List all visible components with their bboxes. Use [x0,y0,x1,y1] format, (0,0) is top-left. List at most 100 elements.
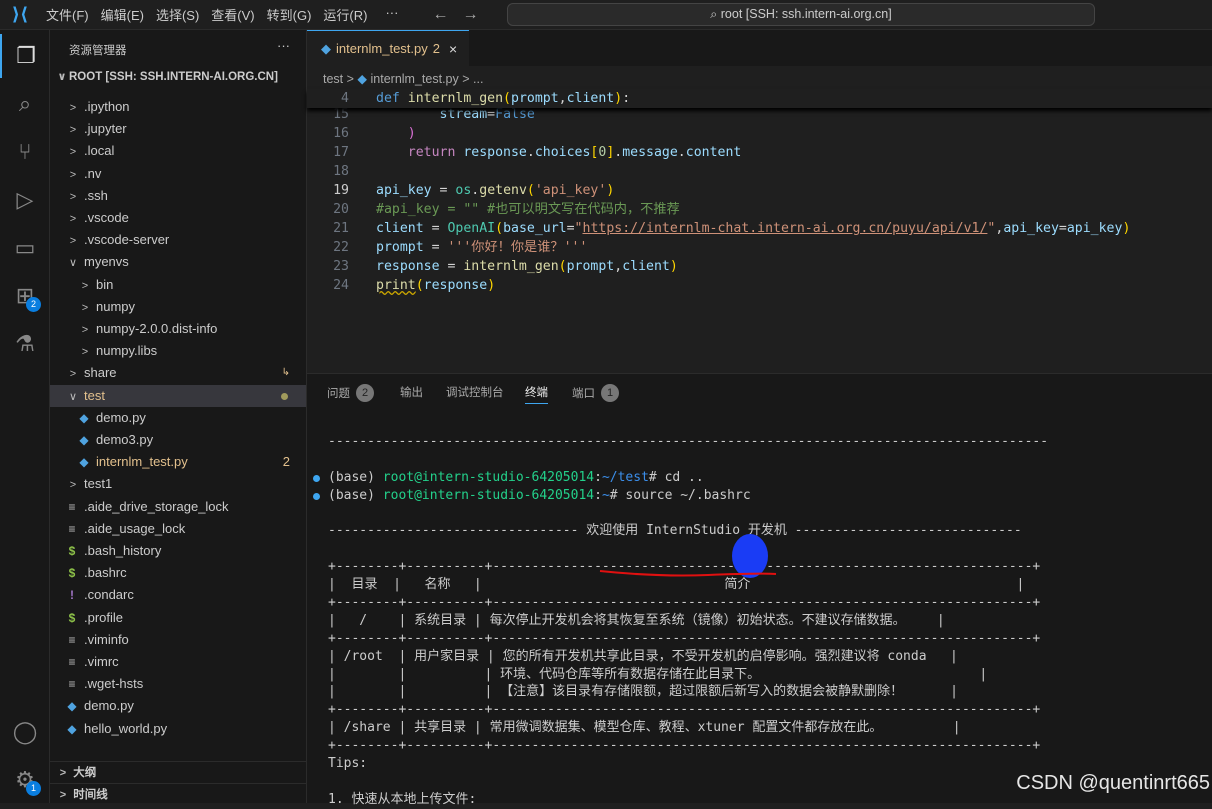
explorer-icon[interactable]: ❐ [0,34,50,78]
tree-item[interactable]: ≡ .wget-hsts [50,673,306,695]
code-token: '''你好！你是谁？''' [447,240,588,255]
tree-item[interactable]: > numpy.libs [50,340,306,362]
panel-tab[interactable]: 输出 [400,384,423,400]
code-token: client [376,221,424,236]
tree-item[interactable]: ≡ .aide_usage_lock [50,518,306,540]
account-icon[interactable]: ◯ [0,710,50,754]
terminal-text: root@intern-studio-64205014 [382,469,595,485]
tree-item[interactable]: > .ipython [50,96,306,118]
extensions-icon[interactable]: ⊞ 2 [0,274,50,318]
chevron-right-icon: > [69,124,77,137]
back-arrow-icon[interactable]: ← [432,6,448,24]
run-debug-icon[interactable]: ▷ [0,178,50,222]
panel-tab-label: 问题 [327,388,350,400]
tree-item[interactable]: ≡ .aide_drive_storage_lock [50,496,306,518]
code-token: return [407,145,464,160]
tree-item[interactable]: > .vscode [50,207,306,229]
terminal-line: -------------------------------- 欢迎使用 In… [328,522,1048,540]
tree-item[interactable]: > .ssh [50,185,306,207]
tree-item[interactable]: ∨ test [50,384,306,407]
panel-tab[interactable]: 问题 2 [327,384,374,402]
code-token: os [455,183,472,198]
tree-item[interactable]: $ .bashrc [50,562,306,584]
testing-icon[interactable]: ⚗ [0,322,50,366]
code-line[interactable]: 21 client = OpenAI(base_url="https://inte… [307,219,1212,238]
timeline-section[interactable]: > 时间线 [50,783,306,805]
outline-section[interactable]: > 大纲 [50,761,306,783]
panel-tab[interactable]: 调试控制台 [446,384,504,400]
tree-item[interactable]: ◆ demo.py [50,695,306,717]
code-token: = [439,259,464,274]
symlink-icon: ↳ [281,367,290,379]
tree-item[interactable]: > .nv [50,163,306,185]
command-center-search[interactable]: ⌕ root [SSH: ssh.intern-ai.org.cn] [507,3,1095,26]
sticky-scroll-line[interactable]: 4 def internlm_gen(prompt,client): [307,89,1212,108]
tree-item[interactable]: > bin [50,274,306,296]
breadcrumb-symbol[interactable]: ... [473,72,483,86]
menu-item[interactable]: 编辑(E) [95,5,150,24]
more-actions-button[interactable]: ··· [277,38,290,53]
modified-dot-icon [281,392,288,400]
menu-bar: 文件(F) 编辑(E) 选择(S) 查看(V) 转到(G) 运行(R) ··· [40,5,404,24]
tree-item[interactable]: $ .bash_history [50,540,306,562]
terminal-line: | /root | 用户家目录 | 您的所有开发机共享此目录，不受开发机的启停影… [328,648,1048,666]
forward-arrow-icon[interactable]: → [462,6,478,24]
code-line[interactable]: 17 return response.choices[0].message.co… [307,143,1212,162]
menu-item[interactable]: 文件(F) [40,5,95,24]
menu-item[interactable]: 运行(R) [317,5,373,24]
menu-item[interactable]: 选择(S) [150,5,205,24]
code-token: prompt [566,259,615,274]
menu-item[interactable]: 查看(V) [205,5,260,24]
panel-tab[interactable]: 端口 1 [572,384,619,402]
tree-item[interactable]: > numpy [50,296,306,318]
tree-item-label: myenvs [84,254,129,270]
code-line[interactable]: 18 [307,162,1212,181]
chevron-down-icon: ∨ [68,390,78,403]
breadcrumb-folder[interactable]: test [323,72,343,86]
code-line[interactable]: 16 ) [307,124,1212,143]
code-line[interactable]: 20 #api_key = "" #也可以明文写在代码内，不推荐 [307,200,1212,219]
tree-item-label: .aide_usage_lock [84,520,186,536]
tree-item-label: share [84,365,117,381]
panel-tab[interactable]: 终端 [525,384,548,404]
breadcrumb-file[interactable]: internlm_test.py [371,72,459,86]
tree-item[interactable]: > .vscode-server [50,229,306,251]
tree-item[interactable]: > .local [50,140,306,162]
more-menu-button[interactable]: ··· [379,5,404,24]
code-line[interactable]: 24 print(response) [307,276,1212,295]
vscode-logo-icon: ⟩⟨ [11,4,29,24]
search-icon[interactable]: ⌕ [0,82,50,126]
menu-item[interactable]: 转到(G) [261,5,318,24]
tab-internlm-test[interactable]: ◆ internlm_test.py 2 × [307,30,469,66]
tree-item[interactable]: ! .condarc [50,584,306,606]
tree-item[interactable]: ◆ internlm_test.py 2 [50,451,306,473]
settings-gear-icon[interactable]: ⚙ 1 [0,758,50,802]
line-number: 23 [333,259,349,274]
tree-item[interactable]: $ .profile [50,607,306,629]
python-file-icon: ◆ [79,455,89,470]
editor: ◆ internlm_test.py 2 × test > ◆ internlm… [307,30,1212,373]
line-number: 21 [333,221,349,236]
tree-item[interactable]: > test1 [50,473,306,495]
remote-explorer-icon[interactable]: ▭ [0,226,50,270]
code-line[interactable]: 19 api_key = os.getenv('api_key') [307,181,1212,200]
tree-item[interactable]: ∨ myenvs [50,251,306,273]
workspace-root[interactable]: ∨ ROOT [SSH: SSH.INTERN-AI.ORG.CN] [55,70,278,83]
tree-item[interactable]: ≡ .vimrc [50,651,306,673]
code-line[interactable]: 22 prompt = '''你好！你是谁？''' [307,238,1212,257]
tree-item[interactable]: ≡ .viminfo [50,629,306,651]
close-icon[interactable]: × [449,41,457,57]
panel-tab-label: 端口 [572,388,595,400]
source-control-icon[interactable]: ⑂ [0,130,50,174]
panel-tab-badge: 2 [356,384,374,402]
tree-item[interactable]: > numpy-2.0.0.dist-info [50,318,306,340]
code-line[interactable]: 23 response = internlm_gen(prompt,client) [307,257,1212,276]
tree-item-label: .profile [84,609,124,625]
terminal[interactable]: ----------------------------------------… [313,433,1048,809]
explorer-title: 资源管理器 [69,45,127,57]
tree-item[interactable]: > .jupyter [50,118,306,140]
tree-item[interactable]: ◆ demo3.py [50,429,306,451]
tree-item[interactable]: ◆ hello_world.py [50,718,306,740]
tree-item[interactable]: ◆ demo.py [50,407,306,429]
tree-item[interactable]: > share ↳ [50,362,306,384]
